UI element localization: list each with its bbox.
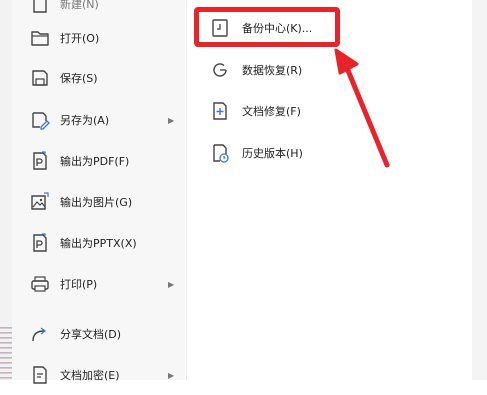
annotation-arrow	[334, 48, 390, 168]
